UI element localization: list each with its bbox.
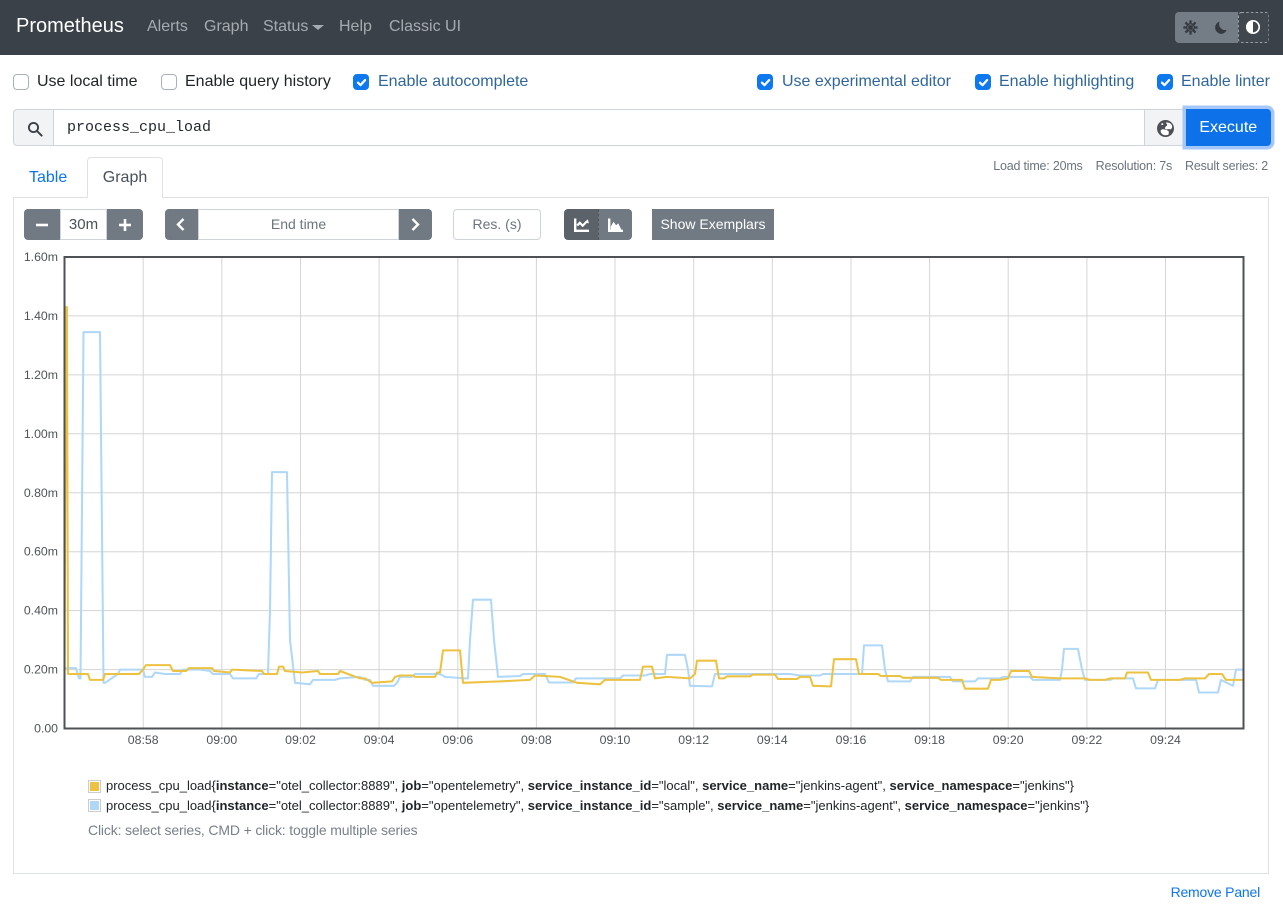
svg-text:09:20: 09:20: [993, 733, 1024, 747]
svg-text:09:24: 09:24: [1150, 733, 1181, 747]
svg-text:1.60m: 1.60m: [24, 250, 58, 264]
svg-text:09:06: 09:06: [442, 733, 473, 747]
svg-text:09:04: 09:04: [364, 733, 395, 747]
svg-text:1.00m: 1.00m: [24, 427, 58, 441]
svg-text:09:10: 09:10: [600, 733, 631, 747]
svg-text:0.00: 0.00: [34, 722, 58, 736]
svg-text:09:16: 09:16: [836, 733, 867, 747]
svg-text:1.40m: 1.40m: [24, 309, 58, 323]
svg-text:0.80m: 0.80m: [24, 486, 58, 500]
svg-text:0.20m: 0.20m: [24, 663, 58, 677]
svg-text:09:22: 09:22: [1072, 733, 1103, 747]
svg-text:09:02: 09:02: [285, 733, 316, 747]
svg-text:09:08: 09:08: [521, 733, 552, 747]
svg-text:1.20m: 1.20m: [24, 368, 58, 382]
svg-text:09:14: 09:14: [757, 733, 788, 747]
svg-text:0.60m: 0.60m: [24, 545, 58, 559]
svg-text:0.40m: 0.40m: [24, 604, 58, 618]
svg-text:09:00: 09:00: [206, 733, 237, 747]
svg-text:09:18: 09:18: [914, 733, 945, 747]
svg-text:09:12: 09:12: [678, 733, 709, 747]
svg-text:08:58: 08:58: [128, 733, 159, 747]
